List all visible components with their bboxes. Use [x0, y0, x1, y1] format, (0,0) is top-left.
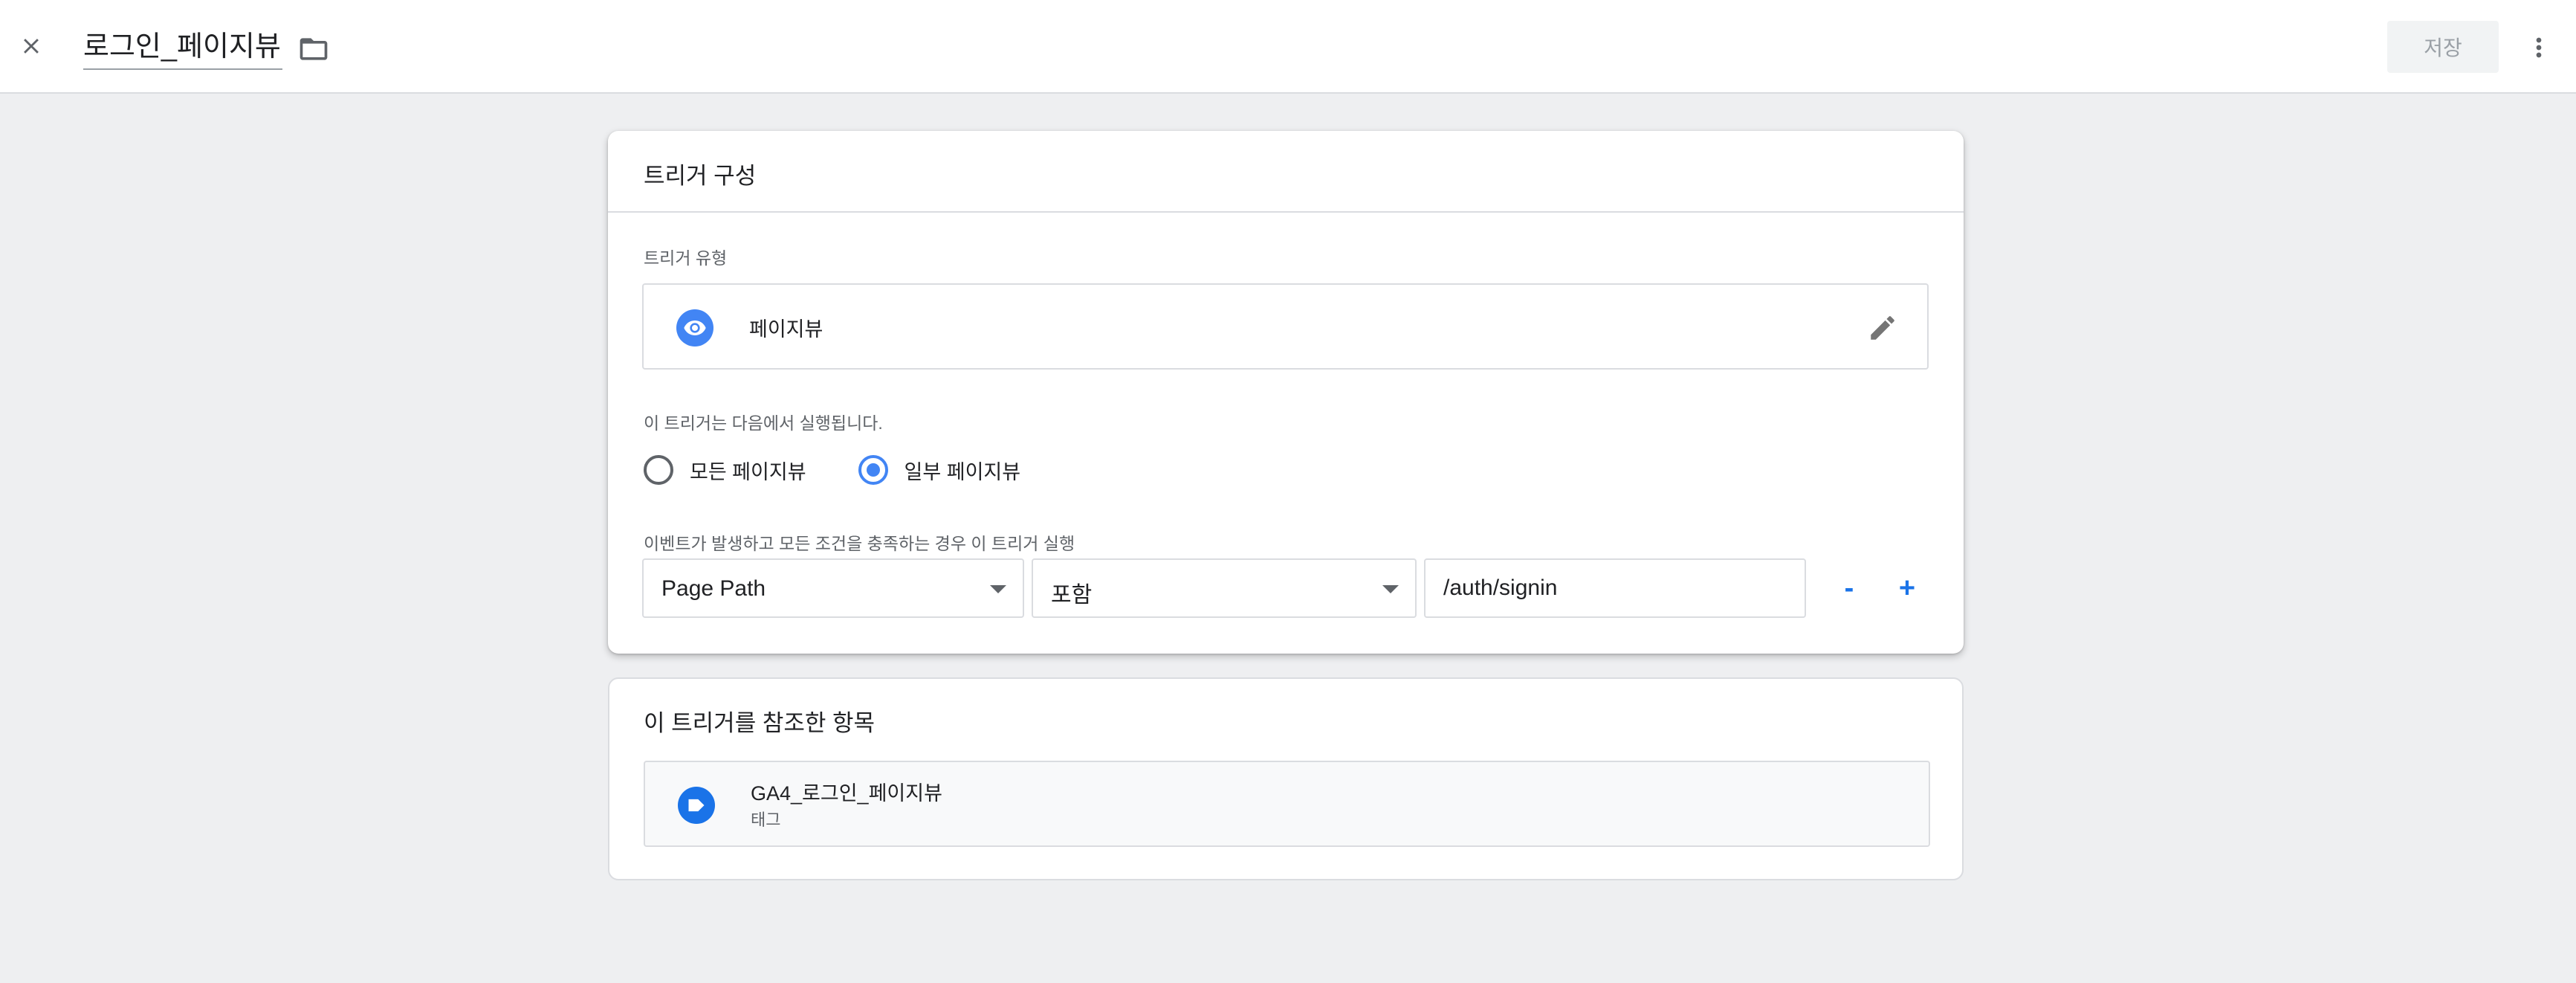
reference-type: 태그	[751, 810, 781, 829]
folder-icon	[300, 38, 328, 60]
radio-all-pageviews[interactable]: 모든 페이지뷰	[627, 455, 806, 485]
radio-label: 모든 페이지뷰	[690, 460, 806, 483]
reference-list-item[interactable]: GA4_로그인_페이지뷰 태그	[644, 761, 1930, 847]
references-title: 이 트리거를 참조한 항목	[644, 710, 876, 736]
radio-button[interactable]	[858, 455, 888, 485]
remove-condition-button[interactable]: -	[1827, 566, 1871, 610]
dropdown-arrow-icon	[1382, 585, 1399, 593]
tag-icon	[688, 799, 705, 812]
radio-button[interactable]	[644, 455, 673, 485]
dropdown-arrow-icon	[990, 585, 1006, 593]
trigger-type-icon-badge	[676, 309, 713, 347]
reference-name: GA4_로그인_페이지뷰	[751, 782, 942, 805]
fires-on-label: 이 트리거는 다음에서 실행됩니다.	[644, 413, 883, 433]
add-condition-button[interactable]: +	[1885, 566, 1929, 610]
operator-select-value: 포함	[1051, 583, 1093, 607]
save-button[interactable]: 저장	[2387, 21, 2499, 73]
fires-on-radio-group: 모든 페이지뷰 일부 페이지뷰	[627, 449, 1056, 491]
trigger-type-name: 페이지뷰	[749, 318, 823, 341]
close-button[interactable]	[10, 25, 52, 67]
trigger-config-card: 트리거 구성 트리거 유형 페이지뷰 이 트리거는 다음에서 실행됩니다. 모든…	[608, 131, 1964, 654]
card-title: 트리거 구성	[644, 162, 757, 189]
radio-some-pageviews[interactable]: 일부 페이지뷰	[842, 455, 1021, 485]
trigger-type-selector[interactable]: 페이지뷰	[642, 283, 1929, 370]
trigger-type-label: 트리거 유형	[644, 248, 728, 268]
edit-trigger-type-button[interactable]	[1865, 310, 1900, 346]
operator-select[interactable]: 포함	[1032, 558, 1417, 618]
card-header: 트리거 구성	[608, 131, 1964, 213]
references-card: 이 트리거를 참조한 항목 GA4_로그인_페이지뷰 태그	[608, 677, 1964, 880]
pencil-icon	[1871, 316, 1894, 340]
trigger-name-field[interactable]: 로그인_페이지뷰	[83, 27, 282, 70]
condition-value-input[interactable]	[1424, 558, 1806, 618]
tag-icon-badge	[678, 787, 715, 824]
more-vert-icon	[2536, 37, 2542, 58]
more-options-button[interactable]	[2524, 25, 2554, 70]
radio-label: 일부 페이지뷰	[904, 460, 1021, 483]
eye-icon	[684, 320, 706, 335]
close-icon	[24, 39, 39, 54]
top-app-bar: 로그인_페이지뷰 저장	[0, 0, 2576, 94]
variable-select-value: Page Path	[661, 576, 766, 601]
variable-select[interactable]: Page Path	[642, 558, 1024, 618]
condition-label: 이벤트가 발생하고 모든 조건을 충족하는 경우 이 트리거 실행	[644, 534, 1075, 553]
folder-button[interactable]	[294, 30, 333, 68]
